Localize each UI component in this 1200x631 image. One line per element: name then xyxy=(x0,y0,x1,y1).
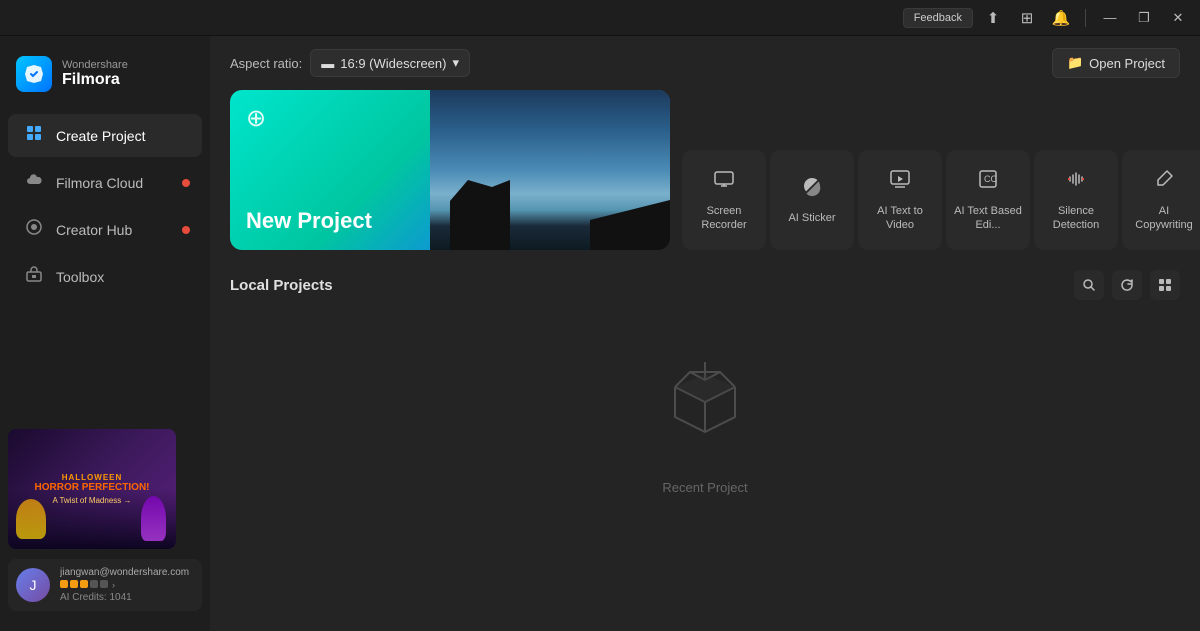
screen-icon: ▬ xyxy=(321,56,334,71)
empty-icon xyxy=(660,352,750,464)
aspect-label: Aspect ratio: xyxy=(230,56,302,71)
refresh-icon xyxy=(1120,278,1134,292)
ai-sticker-label: AI Sticker xyxy=(788,211,835,225)
new-project-label: New Project xyxy=(246,208,372,234)
feedback-button[interactable]: Feedback xyxy=(903,8,973,28)
feature-ai-sticker[interactable]: AI Sticker xyxy=(770,150,854,250)
folder-icon: 📁 xyxy=(1067,55,1083,71)
grid-icon[interactable]: ⊞ xyxy=(1013,4,1041,32)
main-layout: Wondershare Filmora Create Project xyxy=(0,36,1200,631)
ai-copywriting-label: AI Copywriting xyxy=(1130,204,1198,233)
stars: › xyxy=(60,580,194,590)
ai-sticker-icon xyxy=(801,175,823,203)
refresh-projects-button[interactable] xyxy=(1112,270,1142,300)
cloud-badge xyxy=(182,179,190,187)
titlebar: Feedback ⬆ ⊞ 🔔 — ❐ ✕ xyxy=(0,0,1200,36)
user-credits: AI Credits: 1041 xyxy=(60,592,194,603)
topbar: Aspect ratio: ▬ 16:9 (Widescreen) ▾ 📁 Op… xyxy=(210,36,1200,90)
avatar: J xyxy=(16,568,50,602)
ai-text-to-video-icon xyxy=(889,168,911,196)
star-5 xyxy=(100,580,108,588)
user-email: jiangwan@wondershare.com xyxy=(60,567,194,578)
logo-icon xyxy=(16,56,52,92)
svg-text:CC: CC xyxy=(984,174,997,184)
user-info: jiangwan@wondershare.com › AI Credits: 1… xyxy=(60,567,194,603)
local-projects-title: Local Projects xyxy=(230,277,333,294)
user-area[interactable]: J jiangwan@wondershare.com › AI Credits:… xyxy=(8,559,202,611)
aspect-select[interactable]: ▬ 16:9 (Widescreen) ▾ xyxy=(310,49,470,77)
separator xyxy=(1085,9,1086,27)
bell-icon[interactable]: 🔔 xyxy=(1047,4,1075,32)
silence-detection-label: Silence Detection xyxy=(1042,204,1110,233)
ai-text-based-editor-icon: CC xyxy=(977,168,999,196)
empty-state: Recent Project xyxy=(210,312,1200,535)
new-project-card[interactable]: ⊕ New Project xyxy=(230,90,670,250)
toolbox-icon xyxy=(24,265,44,288)
content-area: Aspect ratio: ▬ 16:9 (Widescreen) ▾ 📁 Op… xyxy=(210,36,1200,631)
grid-view-icon xyxy=(1158,278,1172,292)
ai-text-to-video-label: AI Text to Video xyxy=(866,204,934,233)
sidebar-item-create-project[interactable]: Create Project xyxy=(8,114,202,157)
chevron-down-icon: ▾ xyxy=(452,55,459,71)
ai-copywriting-icon xyxy=(1153,168,1175,196)
feature-ai-text-to-video[interactable]: AI Text to Video xyxy=(858,150,942,250)
sidebar-item-creator-hub-label: Creator Hub xyxy=(56,222,132,238)
aspect-control: Aspect ratio: ▬ 16:9 (Widescreen) ▾ xyxy=(230,49,470,77)
star-4 xyxy=(90,580,98,588)
feature-screen-recorder[interactable]: Screen Recorder xyxy=(682,150,766,250)
new-project-add-icon: ⊕ xyxy=(246,104,266,133)
new-project-photo xyxy=(430,90,670,250)
screen-recorder-icon xyxy=(713,168,735,196)
sidebar-bottom: HALLOWEEN HORROR PERFECTION! A Twist of … xyxy=(0,421,210,619)
open-project-label: Open Project xyxy=(1089,56,1165,71)
feature-silence-detection[interactable]: Silence Detection xyxy=(1034,150,1118,250)
create-project-icon xyxy=(24,124,44,147)
cloud-icon xyxy=(24,171,44,194)
star-1 xyxy=(60,580,68,588)
sidebar-item-creator-hub[interactable]: Creator Hub xyxy=(8,208,202,251)
screen-recorder-label: Screen Recorder xyxy=(690,204,758,233)
sidebar-item-filmora-cloud[interactable]: Filmora Cloud xyxy=(8,161,202,204)
hero-row: ⊕ New Project xyxy=(210,90,1200,262)
open-project-button[interactable]: 📁 Open Project xyxy=(1052,48,1180,78)
logo-name: Filmora xyxy=(62,71,128,89)
section-actions xyxy=(1074,270,1180,300)
feature-ai-copywriting[interactable]: AI Copywriting xyxy=(1122,150,1200,250)
logo-brand: Wondershare xyxy=(62,59,128,71)
creator-hub-badge xyxy=(182,226,190,234)
minimize-button[interactable]: — xyxy=(1096,4,1124,32)
aspect-value: 16:9 (Widescreen) xyxy=(340,56,446,71)
features-strip: Screen Recorder AI Sticker xyxy=(682,90,1200,250)
ai-text-based-editor-label: AI Text Based Edi... xyxy=(954,204,1022,233)
search-projects-button[interactable] xyxy=(1074,270,1104,300)
sidebar-item-toolbox-label: Toolbox xyxy=(56,269,104,285)
empty-text: Recent Project xyxy=(662,480,747,495)
logo-text: Wondershare Filmora xyxy=(62,59,128,89)
promo-banner[interactable]: HALLOWEEN HORROR PERFECTION! A Twist of … xyxy=(8,429,176,549)
sidebar-item-filmora-cloud-label: Filmora Cloud xyxy=(56,175,143,191)
view-toggle-button[interactable] xyxy=(1150,270,1180,300)
logo-area: Wondershare Filmora xyxy=(0,48,210,112)
search-icon xyxy=(1082,278,1096,292)
star-2 xyxy=(70,580,78,588)
upload-icon[interactable]: ⬆ xyxy=(979,4,1007,32)
sidebar: Wondershare Filmora Create Project xyxy=(0,36,210,631)
star-3 xyxy=(80,580,88,588)
sidebar-item-create-project-label: Create Project xyxy=(56,128,145,144)
silence-detection-icon xyxy=(1065,168,1087,196)
feature-ai-text-based-editor[interactable]: CC AI Text Based Edi... xyxy=(946,150,1030,250)
local-projects-header: Local Projects xyxy=(210,262,1200,312)
close-button[interactable]: ✕ xyxy=(1164,4,1192,32)
restore-button[interactable]: ❐ xyxy=(1130,4,1158,32)
sidebar-item-toolbox[interactable]: Toolbox xyxy=(8,255,202,298)
creator-hub-icon xyxy=(24,218,44,241)
